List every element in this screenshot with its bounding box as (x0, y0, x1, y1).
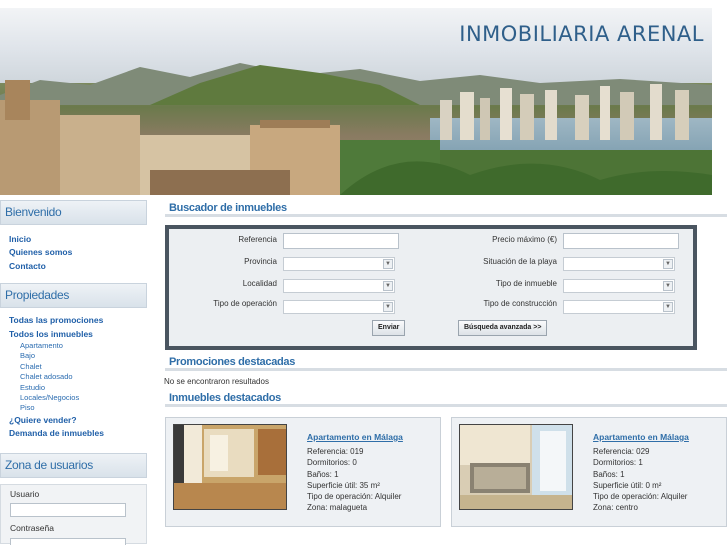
property-surface: Superficie útil: 0 m² (593, 480, 662, 490)
property-surface: Superficie útil: 35 m² (307, 480, 380, 490)
brand-title: INMOBILIARIA ARENAL (459, 22, 704, 46)
sidebar-link-all-promotions[interactable]: Todas las promociones (9, 314, 147, 327)
tipo-construccion-select[interactable]: ▼ (563, 300, 675, 314)
chevron-down-icon: ▼ (663, 302, 673, 312)
sidebar-link-inicio[interactable]: Inicio (9, 233, 147, 246)
sidebar-header-welcome: Bienvenido (0, 200, 147, 225)
property-photo[interactable] (173, 424, 287, 510)
username-field[interactable] (10, 503, 126, 518)
property-zone: Zona: centro (593, 503, 638, 513)
referencia-label: Referencia (238, 235, 277, 244)
tipo-operacion-select[interactable]: ▼ (283, 300, 395, 314)
sidebar-header-users: Zona de usuarios (0, 452, 147, 478)
sidebar-type-locales[interactable]: Locales/Negocios (9, 393, 147, 403)
sidebar-type-bajo[interactable]: Bajo (9, 351, 147, 361)
property-bathrooms: Baños: 1 (307, 469, 339, 479)
promotions-section-title: Promociones destacadas (165, 354, 727, 371)
sidebar-type-chalet-adosado[interactable]: Chalet adosado (9, 372, 147, 382)
property-info: Referencia: 029 Dormitorios: 1 Baños: 1 … (593, 446, 687, 514)
header-banner: INMOBILIARIA ARENAL (0, 0, 712, 195)
precio-maximo-input[interactable] (563, 233, 679, 249)
tipo-operacion-label: Tipo de operación (213, 299, 277, 308)
sidebar-link-all-properties[interactable]: Todos los inmuebles (9, 328, 147, 341)
chevron-down-icon: ▼ (383, 302, 393, 312)
sidebar-header-properties: Propiedades (0, 283, 147, 309)
search-section-title: Buscador de inmuebles (165, 200, 727, 217)
chevron-down-icon: ▼ (663, 281, 673, 291)
banner-top-strip (0, 0, 712, 8)
property-operation: Tipo de operación: Alquiler (593, 492, 688, 502)
localidad-select[interactable]: ▼ (283, 279, 395, 293)
referencia-input[interactable] (283, 233, 399, 249)
enviar-button[interactable]: Enviar (372, 320, 406, 336)
property-reference: Referencia: 029 (593, 447, 650, 456)
password-label: Contraseña (10, 523, 54, 534)
sidebar-type-piso[interactable]: Piso (9, 403, 147, 413)
property-title-link[interactable]: Apartamento en Málaga (307, 432, 403, 442)
login-box: Usuario Contraseña (0, 483, 147, 545)
sidebar-link-demand[interactable]: Demanda de inmuebles (9, 427, 147, 440)
welcome-links: Inicio Quienes somos Contacto (0, 225, 147, 279)
property-bedrooms: Dormitorios: 1 (593, 458, 643, 468)
property-bedrooms: Dormitorios: 0 (307, 458, 357, 468)
tipo-construccion-label: Tipo de construcción (483, 299, 557, 308)
sidebar-type-chalet[interactable]: Chalet (9, 362, 147, 372)
sidebar-link-sell[interactable]: ¿Quiere vender? (9, 414, 147, 427)
banner-city (0, 80, 712, 195)
properties-links: Todas las promociones Todos los inmueble… (0, 308, 147, 446)
property-title-link[interactable]: Apartamento en Málaga (593, 432, 689, 442)
property-info: Referencia: 019 Dormitorios: 0 Baños: 1 … (307, 446, 401, 514)
precio-maximo-label: Precio máximo (€) (492, 235, 557, 244)
featured-list: Apartamento en Málaga Referencia: 019 Do… (165, 417, 727, 527)
sidebar-link-quienes-somos[interactable]: Quienes somos (9, 246, 147, 259)
property-operation: Tipo de operación: Alquiler (307, 492, 402, 502)
property-zone: Zona: malagueta (307, 503, 368, 513)
tipo-inmueble-select[interactable]: ▼ (563, 279, 675, 293)
situacion-playa-label: Situación de la playa (483, 257, 557, 266)
sidebar-link-contacto[interactable]: Contacto (9, 260, 147, 273)
featured-card[interactable]: Apartamento en Málaga Referencia: 029 Do… (451, 417, 727, 527)
chevron-down-icon: ▼ (663, 259, 673, 269)
featured-card[interactable]: Apartamento en Málaga Referencia: 019 Do… (165, 417, 441, 527)
main-content: Buscador de inmuebles Referencia Precio … (164, 200, 727, 527)
property-reference: Referencia: 019 (307, 447, 364, 456)
provincia-label: Provincia (244, 257, 277, 266)
localidad-label: Localidad (242, 279, 277, 288)
sidebar-type-estudio[interactable]: Estudio (9, 383, 147, 393)
advanced-search-button[interactable]: Búsqueda avanzada >> (458, 320, 548, 336)
tipo-inmueble-label: Tipo de inmueble (495, 279, 557, 288)
property-photo[interactable] (459, 424, 573, 510)
sidebar: Bienvenido Inicio Quienes somos Contacto… (0, 200, 147, 545)
featured-section-title: Inmuebles destacados (165, 390, 727, 407)
property-bathrooms: Baños: 1 (593, 469, 625, 479)
password-field[interactable] (10, 537, 126, 545)
situacion-playa-select[interactable]: ▼ (563, 257, 675, 271)
chevron-down-icon: ▼ (383, 281, 393, 291)
sidebar-type-apartamento[interactable]: Apartamento (9, 341, 147, 351)
username-label: Usuario (10, 488, 40, 499)
search-form: Referencia Precio máximo (€) Provincia ▼… (165, 225, 697, 350)
chevron-down-icon: ▼ (383, 259, 393, 269)
provincia-select[interactable]: ▼ (283, 257, 395, 271)
no-results-text: No se encontraron resultados (164, 377, 269, 386)
